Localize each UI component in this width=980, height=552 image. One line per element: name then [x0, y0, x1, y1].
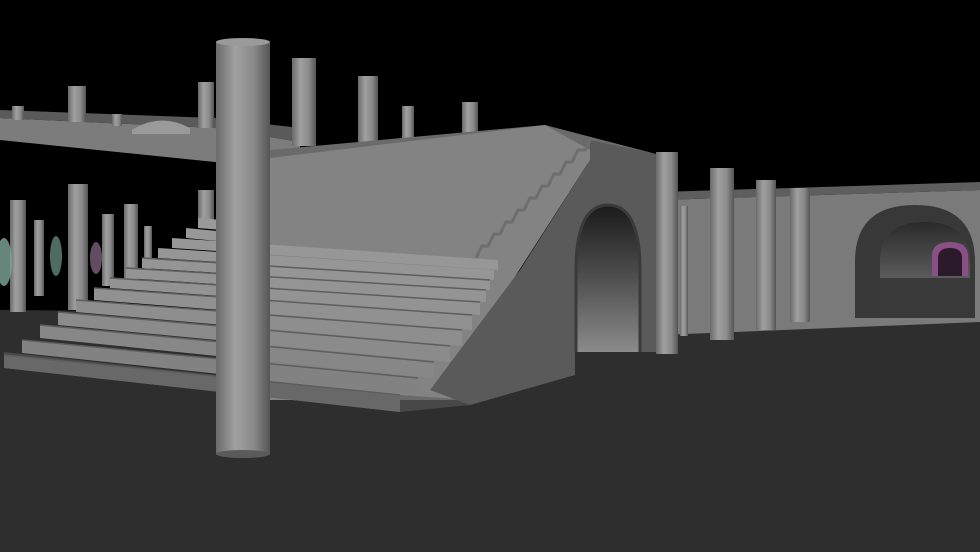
scene-canvas[interactable] [0, 0, 980, 552]
foreground-column [216, 38, 270, 458]
stair-arch [576, 205, 640, 352]
render-viewport[interactable] [0, 0, 980, 552]
right-arch-floor [880, 278, 970, 314]
right-arch-far-opening-inner [938, 248, 962, 276]
